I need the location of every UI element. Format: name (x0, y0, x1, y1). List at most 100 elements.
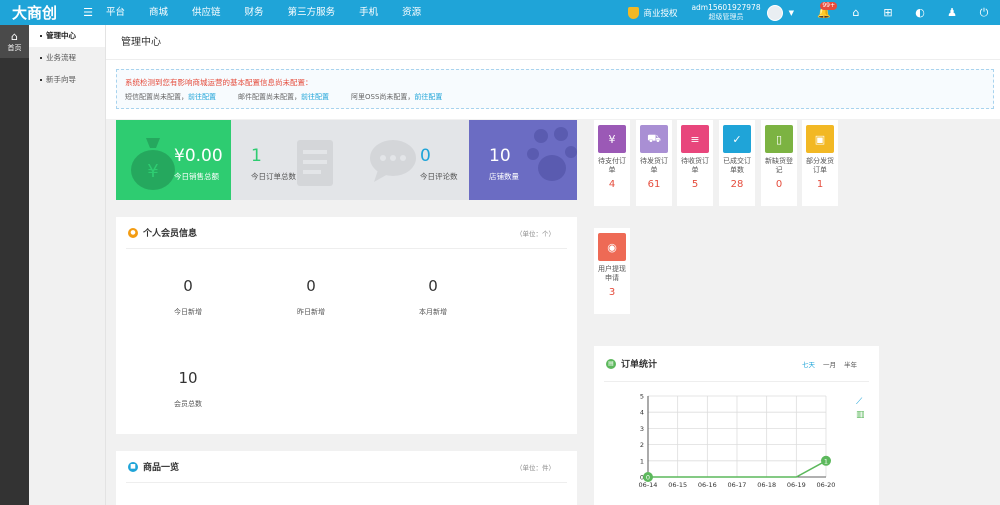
user-icon[interactable]: ♟ (936, 0, 968, 25)
power-icon[interactable]: ⏻ (968, 0, 1000, 25)
notice-item: 邮件配置尚未配置，前往配置 (238, 92, 329, 102)
order-shortcut-count: 61 (647, 179, 661, 190)
y-tick-label: 4 (640, 409, 644, 417)
notebook-icon: ▯ (765, 125, 793, 153)
order-shortcut[interactable]: ◉ 用户提现 申请 3 (594, 228, 630, 314)
notice-item: 阿里OSS尚未配置，前往配置 (351, 92, 442, 102)
nav-item[interactable]: 商城 (137, 0, 180, 25)
tile-comments-label: 今日评论数 (420, 172, 458, 181)
order-shortcut-label: 用户提现 申请 (594, 265, 630, 283)
nav-item[interactable]: 平台 (106, 0, 137, 25)
bullet-icon (40, 79, 42, 81)
order-shortcut[interactable]: ¥ 待支付订单 4 (594, 120, 630, 206)
order-shortcut[interactable]: ▣ 部分发货 订单 1 (802, 120, 838, 206)
range-tab[interactable]: 一月 (823, 359, 836, 369)
submenu-item[interactable]: 业务流程 (29, 47, 105, 69)
nav-item[interactable]: 手机 (347, 0, 390, 25)
members-title: 个人会员信息 (143, 229, 198, 239)
shield-icon (628, 6, 640, 19)
tile-comments-value: 0 (420, 146, 431, 166)
notice-item-text: 邮件配置尚未配置， (238, 93, 301, 101)
license-link[interactable]: 商业授权 (628, 6, 677, 19)
clipboard-check-icon: ✓ (723, 125, 751, 153)
stat-value: 10 (178, 369, 198, 387)
range-tab[interactable]: 半年 (844, 359, 857, 369)
stat-month-new: 0 本月新增 (393, 277, 473, 317)
order-shortcut-label: 新缺货登记 (761, 157, 797, 175)
menu-toggle-icon[interactable]: ☰ (78, 0, 98, 25)
notice-item: 短信配置尚未配置，前往配置 (125, 92, 216, 102)
label-line: 单数 (730, 166, 744, 174)
submenu-item[interactable]: 新手向导 (29, 69, 105, 91)
rail-home[interactable]: ⌂ 首页 (0, 25, 29, 58)
tile-comments[interactable]: 0 今日评论数 (350, 120, 469, 200)
order-shortcut[interactable]: ⛟ 待发货订单 61 (636, 120, 672, 206)
order-shortcut-label: 已成交订 单数 (719, 157, 755, 175)
left-rail: ⌂ 首页 (0, 25, 29, 505)
bullet-icon (40, 57, 42, 59)
user-info[interactable]: adm15601927978 超级管理员 (691, 3, 760, 21)
tile-orders[interactable]: 1 今日订单总数 (231, 120, 350, 200)
goods-title: 商品一览 (143, 463, 180, 473)
coin-icon: ◉ (598, 233, 626, 261)
order-shortcut-count: 4 (608, 179, 616, 190)
label-line: 申请 (605, 274, 619, 282)
order-shortcut[interactable]: ≡ 待收货订单 5 (677, 120, 713, 206)
rail-home-label: 首页 (7, 43, 22, 52)
home-icon[interactable]: ⌂ (840, 0, 872, 25)
nav-item[interactable]: 财务 (233, 0, 276, 25)
range-tab[interactable]: 七天 (802, 359, 815, 369)
order-shortcut[interactable]: ✓ 已成交订 单数 28 (719, 120, 755, 206)
configure-link[interactable]: 前往配置 (188, 93, 216, 101)
tile-sales-value: ¥0.00 (174, 146, 223, 166)
notice-item-text: 阿里OSS尚未配置， (351, 93, 415, 101)
order-shortcut-label: 待支付订单 (594, 157, 630, 175)
configure-link[interactable]: 前往配置 (301, 93, 329, 101)
submenu-item[interactable]: 管理中心 (29, 25, 105, 47)
configure-link[interactable]: 前往配置 (414, 93, 442, 101)
tile-orders-label: 今日订单总数 (251, 172, 296, 181)
range-tabs: 七天 一月 半年 (794, 359, 857, 369)
order-shortcut[interactable]: ▯ 新缺货登记 0 (761, 120, 797, 206)
package-icon: ▣ (806, 125, 834, 153)
order-shortcut-label: 待收货订单 (677, 157, 713, 175)
line-chart-icon[interactable]: ⟋ (856, 397, 862, 407)
x-tick-label: 06-16 (698, 481, 717, 489)
top-navbar: 大商创 ☰ 平台 商城 供应链 财务 第三方服务 手机 资源 商业授权 adm1560192… (0, 0, 1000, 25)
x-tick-label: 06-14 (639, 481, 658, 489)
nav-item[interactable]: 第三方服务 (276, 0, 348, 25)
submenu-label: 管理中心 (46, 31, 76, 40)
nav-item[interactable]: 资源 (390, 0, 433, 25)
x-tick-label: 06-18 (757, 481, 776, 489)
main-content: 管理中心 系统检测到您有影响商城运营的基本配置信息尚未配置： 短信配置尚未配置，… (106, 25, 1000, 505)
x-tick-label: 06-19 (787, 481, 806, 489)
order-chart-header: ▤ 订单统计 七天 一月 半年 (604, 346, 869, 382)
tile-sales-label: 今日销售总额 (174, 172, 219, 181)
brand-logo[interactable]: 大商创 (0, 0, 78, 25)
order-shortcut-count: 28 (730, 179, 744, 190)
money-bag-icon: ¥ (598, 125, 626, 153)
x-tick-label: 06-17 (728, 481, 747, 489)
stat-value: 0 (428, 277, 438, 295)
avatar[interactable] (766, 4, 783, 21)
members-unit: （单位：个） (516, 229, 555, 238)
bell-icon[interactable]: 🔔 99+ (808, 0, 840, 25)
tile-sales[interactable]: ¥ ¥0.00 今日销售总额 (116, 120, 231, 200)
bullet-icon (40, 35, 42, 37)
sitemap-icon[interactable]: ⊞ (872, 0, 904, 25)
palette-icon[interactable]: ◐ (904, 0, 936, 25)
label-line: 待发货订 (640, 157, 668, 165)
goods-unit: （单位：件） (516, 463, 555, 472)
order-shortcut-count: 1 (816, 179, 824, 190)
chat-bubble-icon (370, 140, 416, 182)
label-line: 单 (608, 166, 616, 174)
stat-label: 昨日新增 (297, 308, 325, 316)
svg-text:¥: ¥ (147, 161, 158, 182)
tile-stores[interactable]: 10 店铺数量 (469, 120, 577, 200)
chart-icon: ▤ (606, 358, 616, 369)
chevron-down-icon[interactable]: ▼ (789, 9, 794, 17)
label-line: 用户提现 (598, 265, 626, 273)
nav-item[interactable]: 供应链 (180, 0, 233, 25)
user-role: 超级管理员 (708, 12, 744, 21)
bar-chart-icon[interactable]: ▥ (856, 410, 865, 420)
